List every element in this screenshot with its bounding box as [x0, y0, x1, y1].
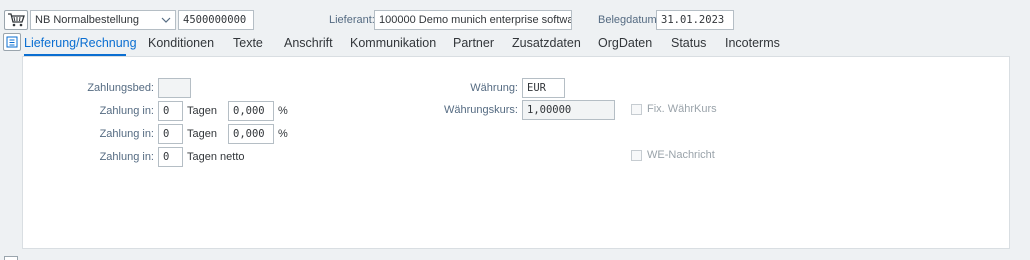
doc-date-label: Belegdatum:	[598, 14, 660, 26]
po-number-field[interactable]: 4500000000	[178, 10, 254, 30]
zahlung3-tagen-netto: Tagen netto	[187, 151, 245, 163]
tab-konditionen[interactable]: Konditionen	[148, 36, 214, 50]
kurs-field[interactable]: 1,00000	[522, 100, 615, 120]
zahlung2-pct-sign: %	[278, 128, 288, 140]
zahlung1-days-field[interactable]: 0	[158, 101, 183, 121]
header-bar: NB Normalbestellung 4500000000 Lieferant…	[0, 9, 1030, 31]
tab-kommunikation[interactable]: Kommunikation	[350, 36, 436, 50]
vendor-field[interactable]: 100000 Demo munich enterprise software .…	[374, 10, 572, 30]
zahlung1-label: Zahlung in:	[99, 105, 154, 117]
tab-incoterms[interactable]: Incoterms	[725, 36, 780, 50]
footer-toggle-button[interactable]	[4, 256, 18, 260]
zahlung3-label: Zahlung in:	[99, 151, 154, 163]
zahlungsbed-label: Zahlungsbed:	[87, 82, 154, 94]
tab-lieferung-rechnung[interactable]: Lieferung/Rechnung	[24, 36, 137, 50]
collapse-header-icon[interactable]	[3, 33, 21, 51]
tab-orgdaten[interactable]: OrgDaten	[598, 36, 652, 50]
tab-zusatzdaten[interactable]: Zusatzdaten	[512, 36, 581, 50]
shopping-cart-icon[interactable]	[4, 10, 28, 30]
zahlung1-pct-field[interactable]: 0,000	[228, 101, 274, 121]
waehrung-label: Währung:	[470, 82, 518, 94]
kurs-label: Währungskurs:	[444, 104, 518, 116]
waehrung-field[interactable]: EUR	[522, 78, 565, 98]
chevron-down-icon	[157, 15, 175, 26]
zahlung2-label: Zahlung in:	[99, 128, 154, 140]
tab-status[interactable]: Status	[671, 36, 706, 50]
tab-partner[interactable]: Partner	[453, 36, 494, 50]
vendor-label: Lieferant:	[329, 14, 375, 26]
zahlungsbed-field[interactable]	[158, 78, 191, 98]
we-nachricht-checkbox[interactable]	[631, 150, 642, 161]
zahlung1-tagen: Tagen	[187, 105, 217, 117]
zahlung2-pct-field[interactable]: 0,000	[228, 124, 274, 144]
fix-waehrkurs-checkbox[interactable]	[631, 104, 642, 115]
zahlung2-tagen: Tagen	[187, 128, 217, 140]
zahlung1-pct-sign: %	[278, 105, 288, 117]
zahlung2-days-field[interactable]: 0	[158, 124, 183, 144]
order-type-value: NB Normalbestellung	[35, 14, 139, 26]
tab-texte[interactable]: Texte	[233, 36, 263, 50]
doc-date-field[interactable]: 31.01.2023	[656, 10, 734, 30]
tab-anschrift[interactable]: Anschrift	[284, 36, 333, 50]
we-nachricht-label: WE-Nachricht	[647, 149, 715, 161]
zahlung3-days-field[interactable]: 0	[158, 147, 183, 167]
fix-waehrkurs-label: Fix. WährKurs	[647, 103, 717, 115]
tab-strip: Lieferung/Rechnung Konditionen Texte Ans…	[0, 33, 1030, 57]
order-type-select[interactable]: NB Normalbestellung	[30, 10, 176, 30]
